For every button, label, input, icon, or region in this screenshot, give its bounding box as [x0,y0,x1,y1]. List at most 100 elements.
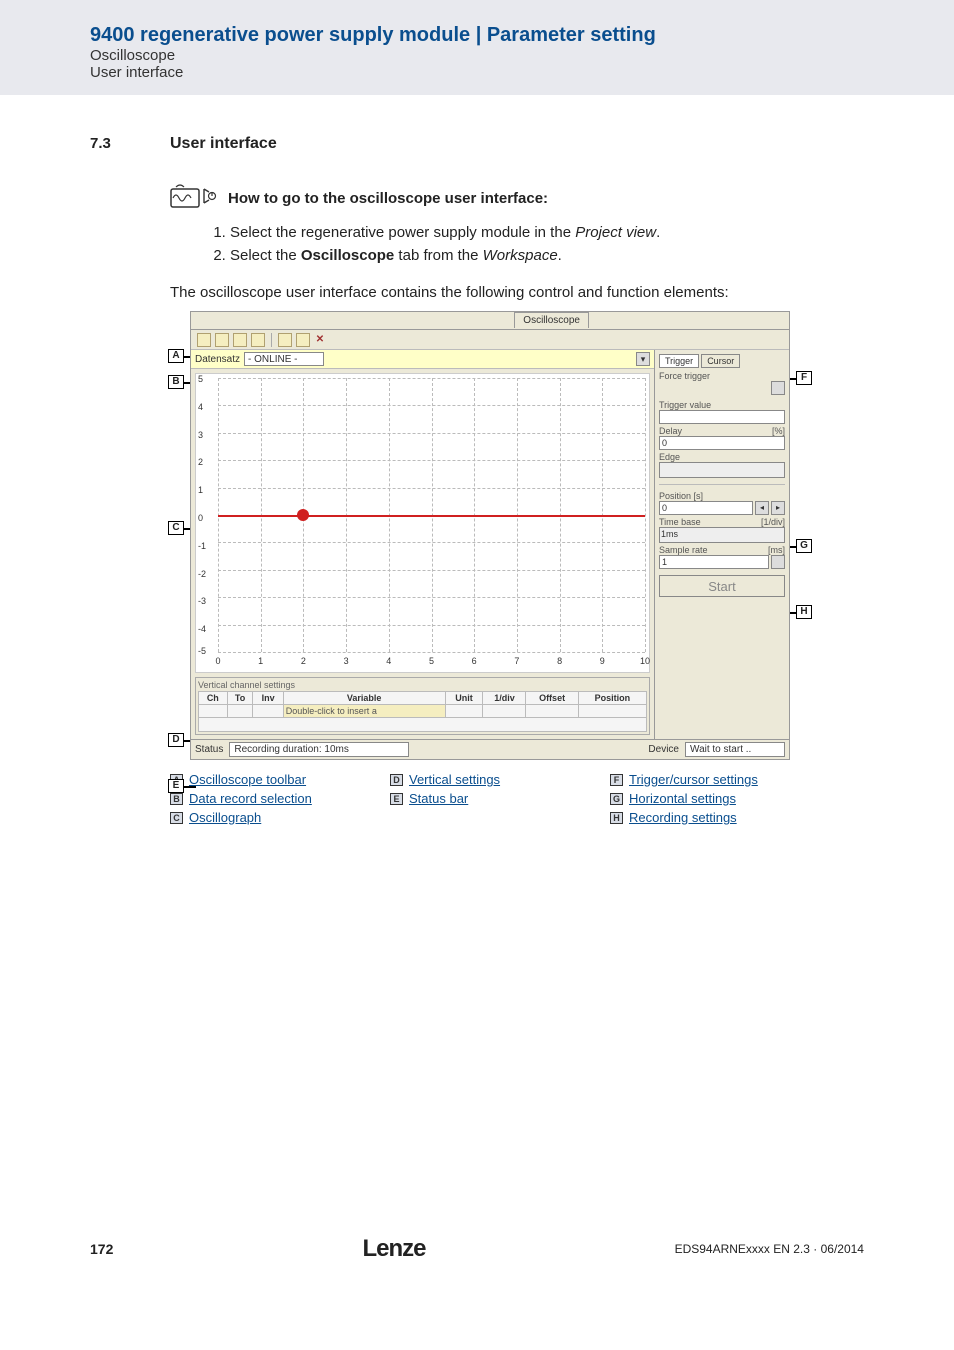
ylabel-n5: -5 [198,646,206,656]
vset-table[interactable]: Ch To Inv Variable Unit 1/div Offset Pos… [198,691,647,732]
legend-box-d: D [390,774,403,786]
vset-hint-cell[interactable]: Double-click to insert a [283,705,445,718]
xlabel-1: 1 [258,656,263,666]
legend-box-f: F [610,774,623,786]
legend-link-b[interactable]: Data record selection [189,791,312,806]
legend-link-a[interactable]: Oscilloscope toolbar [189,772,306,787]
data-record-dropdown-icon[interactable]: ▾ [636,352,650,366]
tab-cursor[interactable]: Cursor [701,354,740,368]
toolbar-icon-4[interactable] [251,333,265,347]
toolbar-sep-1 [271,333,272,347]
section-number: 7.3 [90,135,130,153]
xlabel-0: 0 [215,656,220,666]
position-right-button[interactable]: ▸ [771,501,785,515]
xlabel-9: 9 [600,656,605,666]
ylabel-3: 3 [198,430,203,440]
status-recording: Recording duration: 10ms [229,742,409,757]
xlabel-2: 2 [301,656,306,666]
oscilloscope-icon [170,183,218,214]
legend-link-c[interactable]: Oscillograph [189,810,261,825]
force-trigger-label: Force trigger [659,371,785,381]
page-header: 9400 regenerative power supply module | … [0,0,954,95]
step1-pre: Select the regenerative power supply mod… [230,224,575,241]
plot-zero-line [218,515,645,517]
brand-logo: Lenze [362,1235,425,1263]
vset-col-offset: Offset [526,692,578,705]
timebase-select[interactable]: 1ms [659,527,785,543]
legend-link-e[interactable]: Status bar [409,791,468,806]
marker-a: A [168,349,184,363]
samplerate-button[interactable] [771,555,785,569]
page-footer: 172 Lenze EDS94ARNExxxx EN 2.3 · 06/2014 [0,1225,954,1293]
xlabel-4: 4 [386,656,391,666]
step2-italic: Workspace [483,247,558,264]
legend-link-f[interactable]: Trigger/cursor settings [629,772,758,787]
tab-trigger[interactable]: Trigger [659,354,699,368]
ylabel-n4: -4 [198,624,206,634]
vset-row-hint[interactable]: Double-click to insert a [199,705,647,718]
marker-e: E [168,779,184,793]
data-record-value[interactable]: - ONLINE - [244,352,324,366]
xlabel-8: 8 [557,656,562,666]
toolbar-icon-3[interactable] [233,333,247,347]
toolbar-icon-5[interactable] [278,333,292,347]
oscillograph-plot[interactable]: 5 4 3 2 1 0 -1 -2 -3 -4 -5 [195,373,650,673]
legend-link-g[interactable]: Horizontal settings [629,791,736,806]
xlabel-6: 6 [472,656,477,666]
marker-h: H [796,605,812,619]
page-number: 172 [90,1241,113,1257]
position-left-button[interactable]: ◂ [755,501,769,515]
section-title: User interface [170,135,277,153]
xlabel-7: 7 [514,656,519,666]
vset-col-ch: Ch [199,692,228,705]
vset-col-1div: 1/div [483,692,526,705]
data-record-row: Datensatz - ONLINE - ▾ [191,350,654,369]
ylabel-4: 4 [198,402,203,412]
vset-group-title: Vertical channel settings [198,680,647,690]
vset-col-unit: Unit [445,692,483,705]
marker-b: B [168,375,184,389]
position-input[interactable]: 0 [659,501,753,515]
legend-grid: AOscilloscope toolbar DVertical settings… [170,772,864,825]
edge-select[interactable] [659,462,785,478]
header-sub1: Oscilloscope [90,47,934,64]
trigger-value-input[interactable] [659,410,785,424]
step1-italic: Project view [575,224,656,241]
ylabel-5: 5 [198,374,203,384]
vset-col-to: To [227,692,253,705]
legend-box-h: H [610,812,623,824]
toolbar-icon-6[interactable] [296,333,310,347]
legend-link-d[interactable]: Vertical settings [409,772,500,787]
plot-marker-dot[interactable] [297,509,309,521]
legend-link-h[interactable]: Recording settings [629,810,737,825]
toolbar-close-icon[interactable]: ✕ [314,334,326,346]
edge-label: Edge [659,452,785,462]
toolbar-icon-1[interactable] [197,333,211,347]
ylabel-1: 1 [198,485,203,495]
marker-e-line [184,786,196,788]
ylabel-n3: -3 [198,596,206,606]
step2-post: . [558,247,562,264]
xlabel-3: 3 [344,656,349,666]
legend-box-e: E [390,793,403,805]
right-panel: Trigger Cursor Force trigger Trigger val… [654,350,789,739]
status-bar: Status Recording duration: 10ms Device W… [191,739,789,759]
ylabel-n2: -2 [198,569,206,579]
status-label: Status [195,744,223,755]
xlabel-10: 10 [640,656,650,666]
step-1: Select the regenerative power supply mod… [230,224,864,241]
step2-bold: Oscilloscope [301,247,394,264]
vertical-settings-panel: Vertical channel settings Ch To Inv Vari… [195,677,650,735]
force-trigger-button[interactable] [771,381,785,395]
vset-col-inv: Inv [253,692,283,705]
start-button[interactable]: Start [659,575,785,597]
marker-c: C [168,521,184,535]
samplerate-input[interactable]: 1 [659,555,769,569]
delay-input[interactable]: 0 [659,436,785,450]
tab-oscilloscope[interactable]: Oscilloscope [514,312,589,328]
xlabel-5: 5 [429,656,434,666]
oscilloscope-window: Oscilloscope ✕ Datensatz - ONLINE - ▾ [190,311,790,760]
step-2: Select the Oscilloscope tab from the Wor… [230,247,864,264]
toolbar-icon-2[interactable] [215,333,229,347]
ylabel-2: 2 [198,457,203,467]
